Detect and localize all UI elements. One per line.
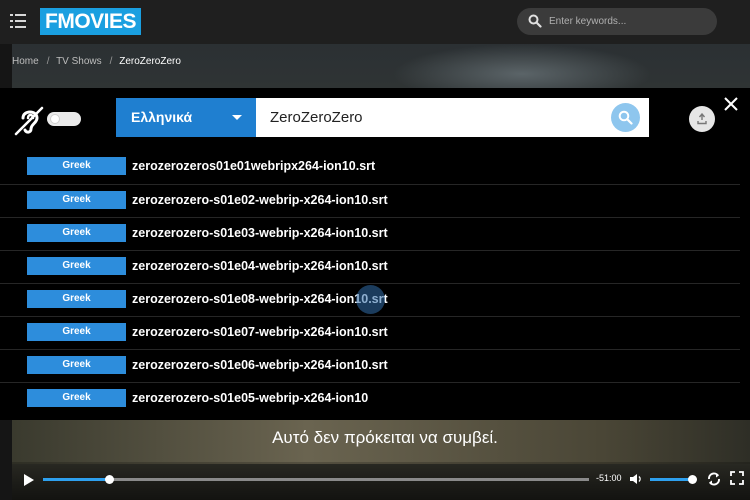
subtitle-search-button[interactable] [611,103,640,132]
close-icon[interactable] [721,94,741,114]
progress-handle[interactable] [105,475,114,484]
hearing-impaired-toggle[interactable] [47,112,81,126]
video-caption: Αυτό δεν πρόκειται να συμβεί. [272,428,498,447]
upload-subtitle-button[interactable] [689,106,715,132]
volume-fill [650,478,692,481]
subtitle-results-list: Greek zerozerozeros01e01webripx264-ion10.… [0,151,740,415]
volume-slider[interactable] [650,475,697,484]
subtitle-filename[interactable]: zerozerozero-s01e02-webrip-x264-ion10.sr… [132,185,388,218]
play-icon[interactable] [24,474,34,486]
subtitle-search-input[interactable] [270,98,600,137]
language-tag: Greek [27,224,126,242]
subtitle-result-row[interactable]: Greek zerozerozero-s01e05-webrip-x264-ion… [0,382,740,415]
search-icon [618,110,633,125]
chevron-down-icon [232,115,242,120]
top-header: FMOVIES [0,0,750,44]
volume-handle[interactable] [688,475,697,484]
subtitle-result-row[interactable]: Greek zerozerozero-s01e06-webrip-x264-ion… [0,349,740,382]
site-search [517,8,717,35]
breadcrumb: Home / TV Shows / ZeroZeroZero [12,56,181,67]
language-tag: Greek [27,257,126,275]
breadcrumb-tv-shows[interactable]: TV Shows [56,56,102,67]
language-tag: Greek [27,389,126,407]
progress-fill [43,478,109,481]
language-tag: Greek [27,191,126,209]
menu-icon[interactable] [10,14,26,28]
subtitle-filename[interactable]: zerozerozero-s01e08-webrip-x264-ion10.sr… [132,284,388,317]
subtitle-sync-icon[interactable] [706,471,722,487]
search-icon[interactable] [528,14,542,28]
progress-bar[interactable] [43,475,589,484]
search-input[interactable] [549,8,709,35]
subtitle-filename[interactable]: zerozerozeros01e01webripx264-ion10.srt [132,151,375,184]
subtitle-filename[interactable]: zerozerozero-s01e07-webrip-x264-ion10.sr… [132,317,388,350]
subtitle-result-row[interactable]: Greek zerozerozero-s01e07-webrip-x264-ion… [0,316,740,349]
subtitle-result-row[interactable]: Greek zerozerozero-s01e02-webrip-x264-ion… [0,184,740,217]
language-label: Ελληνικά [131,109,193,125]
subtitle-result-row[interactable]: Greek zerozerozero-s01e03-webrip-x264-ion… [0,217,740,250]
mouse-cursor [356,285,385,314]
language-dropdown[interactable]: Ελληνικά [116,98,256,137]
hearing-impaired-icon[interactable] [12,104,46,136]
subtitle-filename[interactable]: zerozerozero-s01e06-webrip-x264-ion10.sr… [132,350,388,383]
language-tag: Greek [27,356,126,374]
subtitle-search-box [256,98,649,137]
subtitle-result-row[interactable]: Greek zerozerozero-s01e04-webrip-x264-ion… [0,250,740,283]
page: FMOVIES Home/ TV Shows/ ZeroZeroZero Ελλ… [0,0,750,500]
language-tag: Greek [27,323,126,341]
breadcrumb-home[interactable]: Home [12,56,39,67]
language-tag: Greek [27,290,126,308]
language-tag: Greek [27,157,126,175]
subtitle-filename[interactable]: zerozerozero-s01e05-webrip-x264-ion10 [132,383,368,416]
volume-icon[interactable] [629,472,643,486]
fullscreen-icon[interactable] [730,471,744,485]
upload-icon [697,113,707,125]
time-remaining: -51:00 [596,473,622,483]
subtitle-filename[interactable]: zerozerozero-s01e04-webrip-x264-ion10.sr… [132,251,388,284]
breadcrumb-current: ZeroZeroZero [119,56,181,67]
site-logo[interactable]: FMOVIES [40,8,142,35]
subtitle-result-row[interactable]: Greek zerozerozeros01e01webripx264-ion10.… [0,151,740,184]
subtitle-filename[interactable]: zerozerozero-s01e03-webrip-x264-ion10.sr… [132,218,388,251]
